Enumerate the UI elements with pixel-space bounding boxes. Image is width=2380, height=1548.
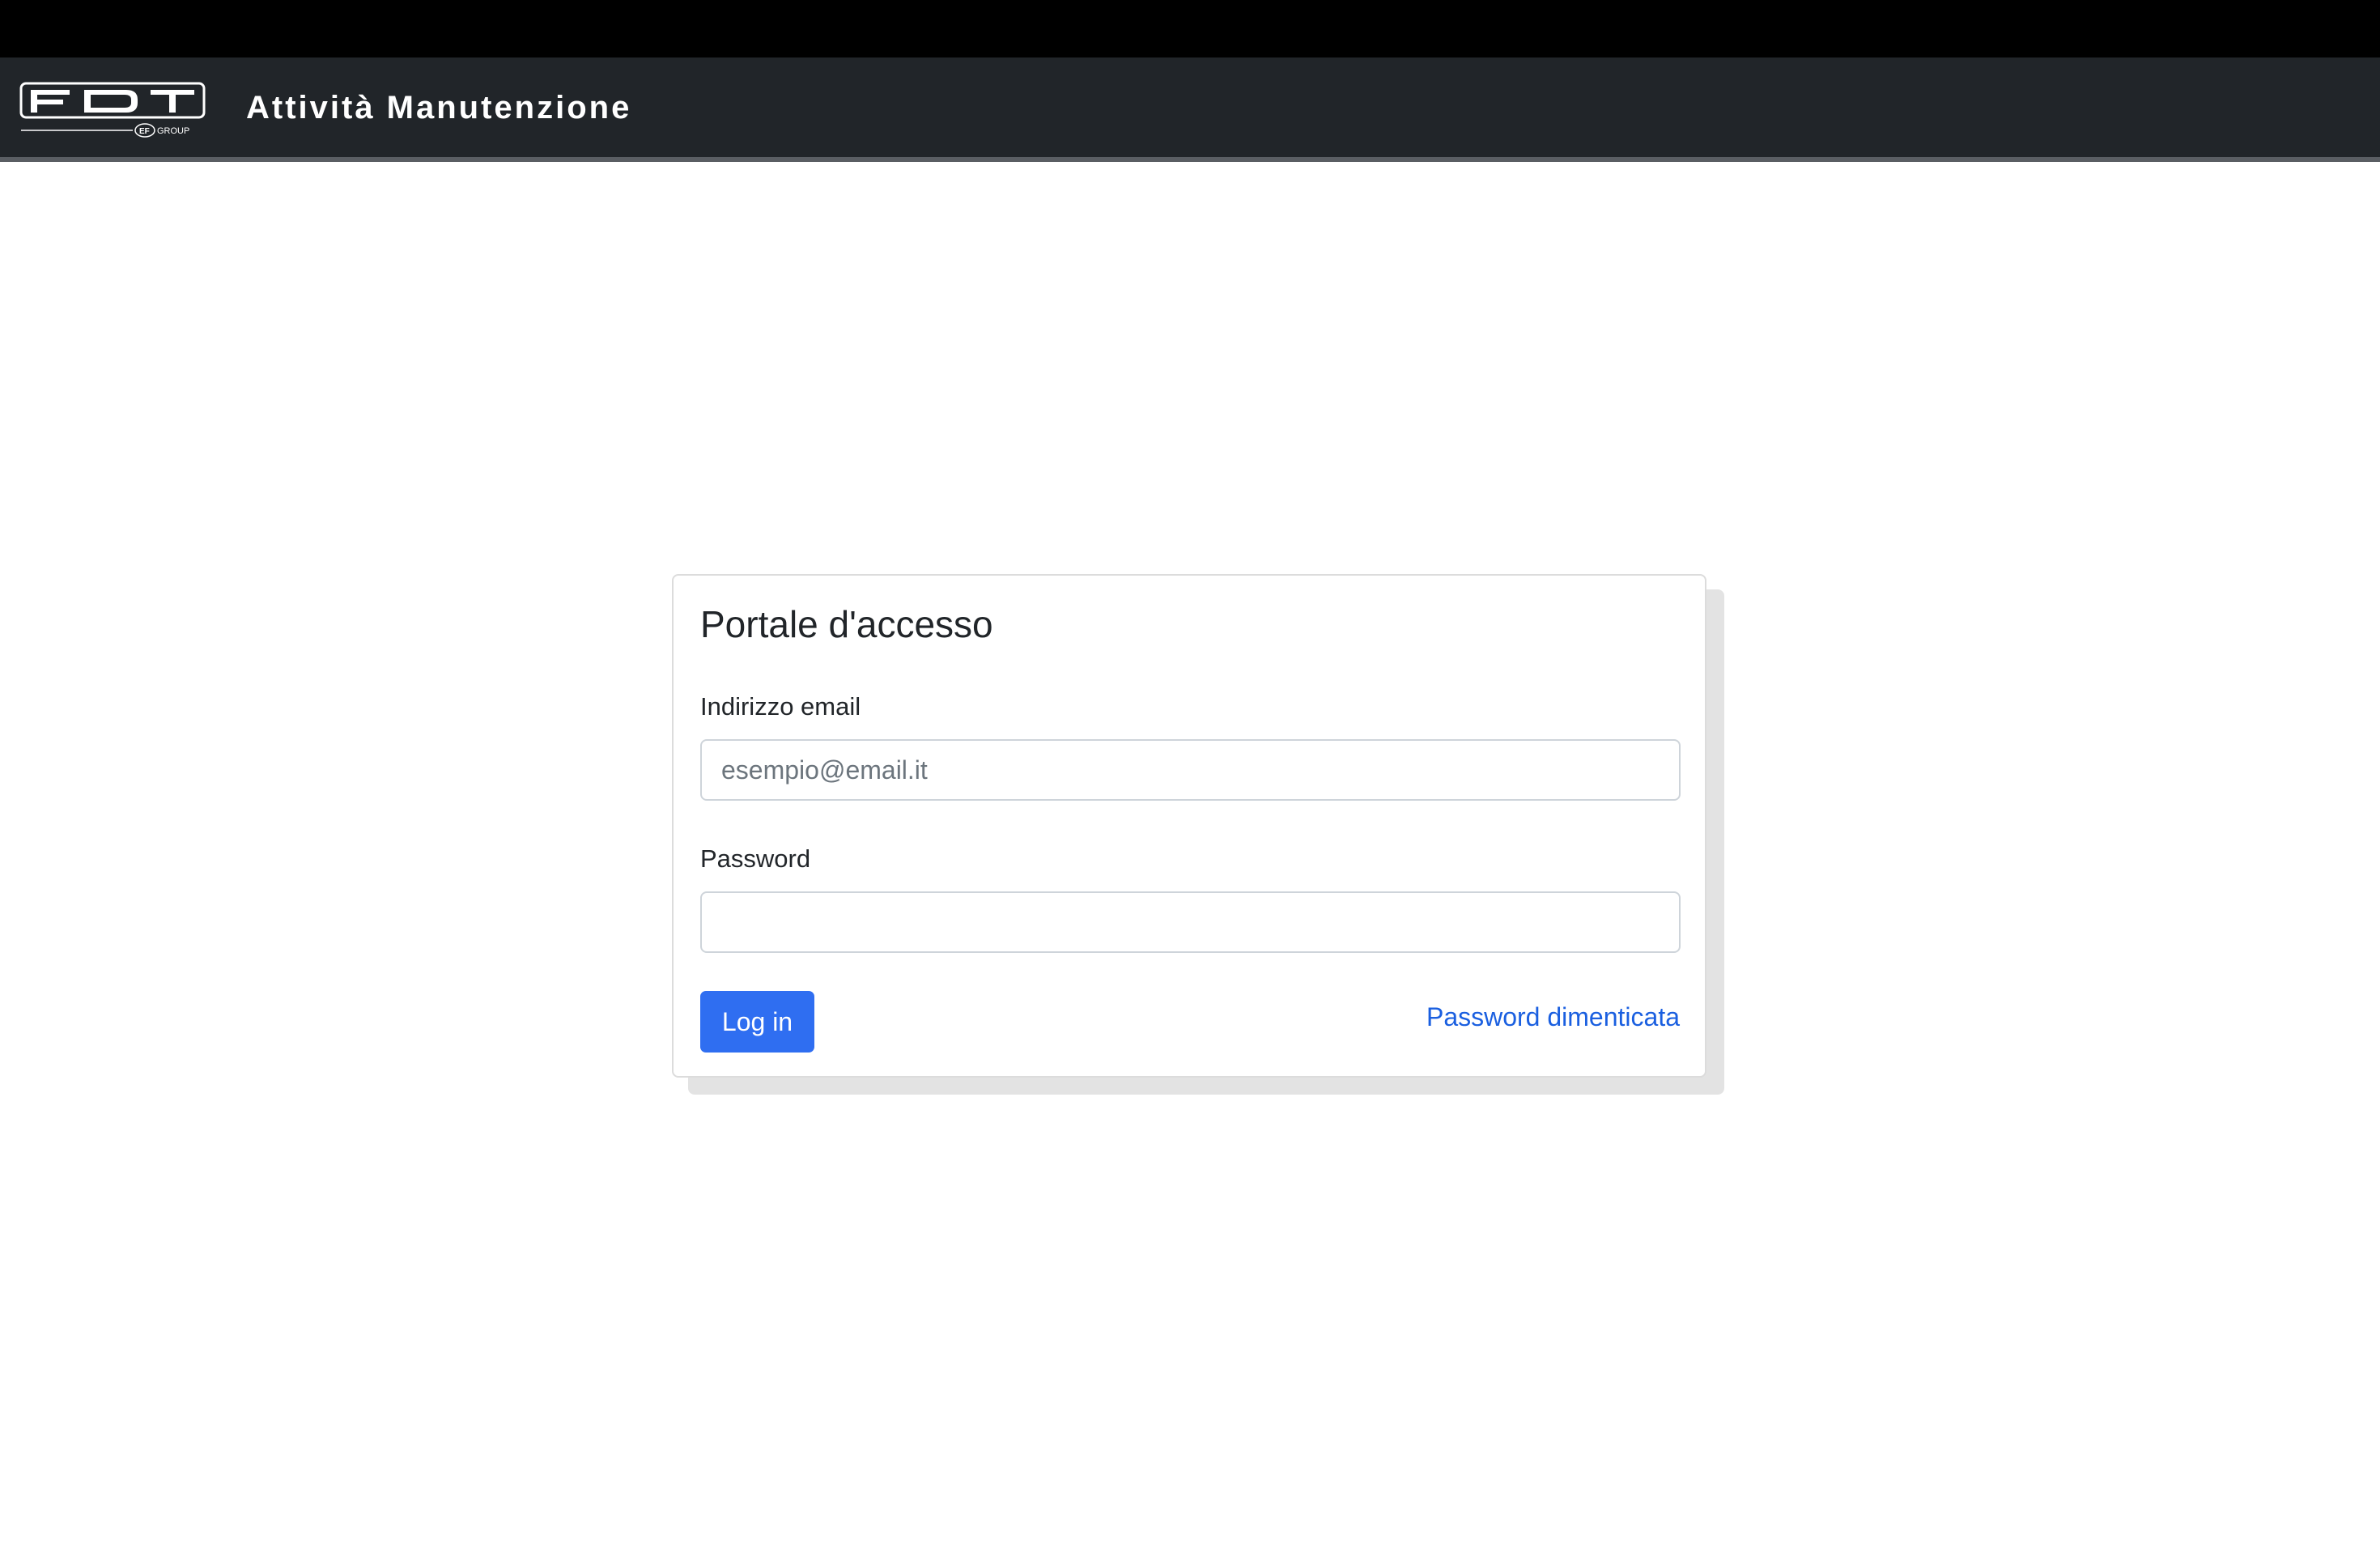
app-title: Attività Manutenzione xyxy=(246,90,632,125)
fdt-logo[interactable]: EF GROUP xyxy=(19,82,206,138)
email-field[interactable] xyxy=(700,739,1681,801)
email-label: Indirizzo email xyxy=(700,692,861,721)
password-label: Password xyxy=(700,844,811,873)
login-card: Portale d'accesso Indirizzo email Passwo… xyxy=(672,574,1706,1078)
password-field[interactable] xyxy=(700,891,1681,953)
login-button[interactable]: Log in xyxy=(700,991,814,1053)
forgot-password-link[interactable]: Password dimenticata xyxy=(1426,1001,1680,1033)
svg-text:EF: EF xyxy=(139,127,150,136)
svg-text:GROUP: GROUP xyxy=(157,126,189,136)
card-title: Portale d'accesso xyxy=(700,603,993,645)
navbar: EF GROUP Attività Manutenzione xyxy=(0,57,2380,162)
browser-top-strip xyxy=(0,0,2380,57)
